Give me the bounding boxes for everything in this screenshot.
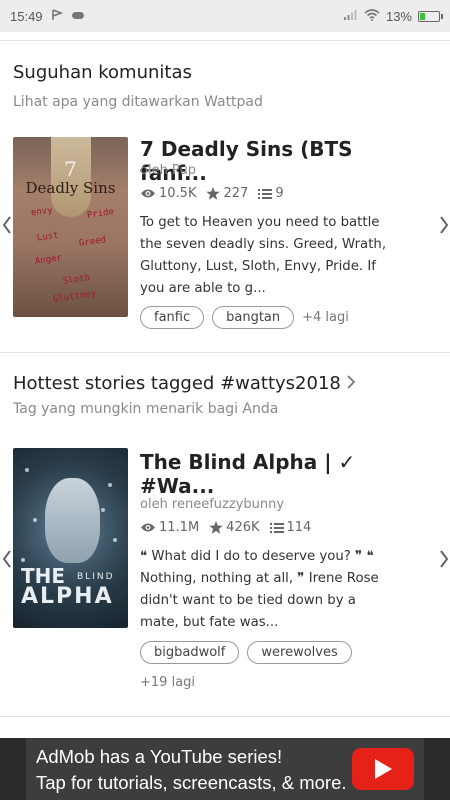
more-tags-link[interactable]: +4 lagi [302,310,349,325]
list-icon [258,188,273,200]
story-description-1: To get to Heaven you need to battle the … [140,215,387,296]
parts-stat: 114 [269,520,311,535]
tag-chip[interactable]: fanfic [140,306,205,329]
votes-stat: 227 [206,186,248,201]
carousel-prev-arrow[interactable] [0,548,14,570]
signal-icon [343,9,358,23]
ad-banner[interactable]: AdMob has a YouTube series! Tap for tuto… [26,738,424,800]
wifi-icon [364,8,380,24]
tag-chip[interactable]: bangtan [212,306,295,329]
star-icon [206,187,221,200]
chevron-right-icon [347,373,356,394]
ad-line-2: Tap for tutorials, screencasts, & more. [36,772,347,793]
carousel-prev-arrow[interactable] [0,214,14,236]
tag-chip[interactable]: bigbadwolf [140,641,240,664]
story-tags-1: fanfic bangtan +4 lagi [140,306,349,329]
story-stats-2: 11.1M 426K 114 [140,520,311,535]
story-stats-1: 10.5K 227 9 [140,186,284,201]
section-title-hottest[interactable]: Hottest stories tagged #wattys2018 [13,373,356,394]
section-subtitle-community: Lihat apa yang ditawarkan Wattpad [13,94,263,110]
story-author-1[interactable]: oleh Pup [140,163,196,178]
battery-icon [418,10,443,22]
section-title-community: Suguhan komunitas [13,62,192,83]
parts-stat: 9 [258,186,284,201]
votes-stat: 426K [209,520,260,535]
youtube-play-icon[interactable] [352,748,414,790]
story-title-2[interactable]: The Blind Alpha | ✓ #Wa... [140,450,395,498]
section-divider [0,716,450,717]
ad-side-right [424,738,450,800]
ad-line-1: AdMob has a YouTube series! [36,746,283,767]
carousel-next-arrow[interactable] [437,548,450,570]
status-time: 15:49 [10,8,43,24]
ad-side-left [0,738,26,800]
tag-chip[interactable]: werewolves [247,641,352,664]
story-tags-2: bigbadwolf werewolves [140,641,352,664]
top-divider [0,40,450,41]
more-tags-link[interactable]: +19 lagi [140,675,195,690]
battery-text: 13% [385,8,412,24]
status-bar: 15:49 13% [0,0,450,32]
section-subtitle-hottest: Tag yang mungkin menarik bagi Anda [13,401,279,417]
list-icon [269,522,284,534]
flag-icon [51,8,63,24]
eye-icon [140,522,156,533]
star-icon [209,521,223,534]
reads-stat: 11.1M [140,520,199,535]
reads-stat: 10.5K [140,186,196,201]
story-description-2: ❝ What did I do to deserve you? ❞ ❝ Noth… [140,549,379,630]
eye-icon [140,188,156,199]
section-divider [0,352,450,353]
story-cover-1[interactable]: 7 Deadly Sins envy Pride Lust Greed Ange… [13,137,128,317]
story-author-2[interactable]: oleh reneefuzzybunny [140,497,284,512]
carousel-next-arrow[interactable] [437,214,450,236]
cloud-icon [71,10,85,23]
story-cover-2[interactable]: THE BLIND ALPHA [13,448,128,628]
